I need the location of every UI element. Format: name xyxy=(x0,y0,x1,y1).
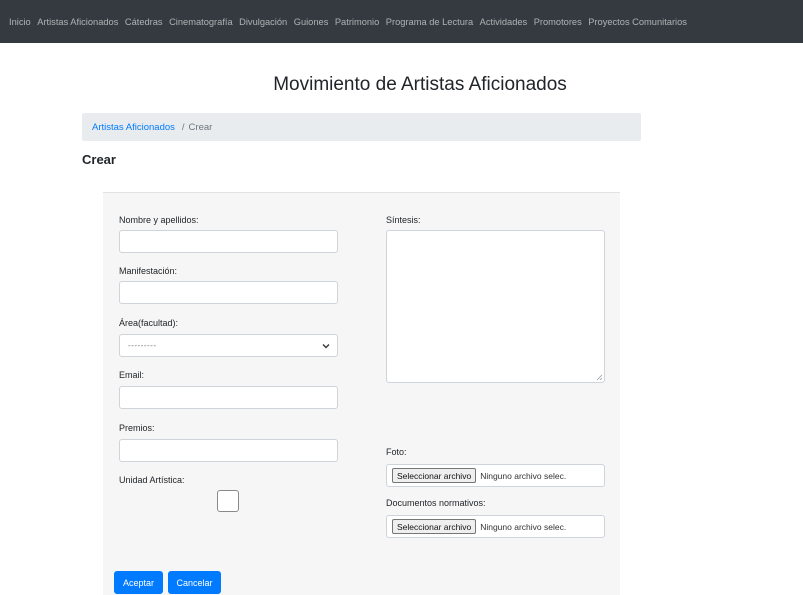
nav-item-programa-de-lectura[interactable]: Programa de Lectura xyxy=(386,17,473,27)
foto-label: Foto: xyxy=(386,447,407,457)
nav-item-cinematografia[interactable]: Cinematografía xyxy=(169,17,233,27)
sintesis-label: Síntesis: xyxy=(386,215,421,225)
breadcrumb: Artistas Aficionados / Crear xyxy=(82,113,641,141)
nav-item-patrimonio[interactable]: Patrimonio xyxy=(335,17,379,27)
nombre-label: Nombre y apellidos: xyxy=(119,215,199,225)
nav-item-artistas-aficionados[interactable]: Artistas Aficionados xyxy=(37,17,118,27)
documentos-file-input[interactable]: Seleccionar archivo Ninguno archivo sele… xyxy=(386,515,605,538)
nav-item-catedras[interactable]: Cátedras xyxy=(125,17,163,27)
nav-item-divulgacion[interactable]: Divulgación xyxy=(239,17,287,27)
top-navbar: Inicio Artistas Aficionados Cátedras Cin… xyxy=(0,0,803,43)
unidad-artistica-label: Unidad Artística: xyxy=(119,475,185,485)
area-selected-value: --------- xyxy=(128,341,157,350)
sintesis-textarea[interactable] xyxy=(386,230,605,383)
email-label: Email: xyxy=(119,370,145,380)
nav-item-guiones[interactable]: Guiones xyxy=(294,17,329,27)
nav-item-inicio[interactable]: Inicio xyxy=(9,17,31,27)
page-title: Movimiento de Artistas Aficionados xyxy=(273,74,567,95)
premios-input[interactable] xyxy=(119,439,338,462)
accept-button[interactable]: Aceptar xyxy=(114,571,163,594)
cancel-button[interactable]: Cancelar xyxy=(168,571,221,594)
breadcrumb-link-artistas[interactable]: Artistas Aficionados xyxy=(92,122,175,133)
documentos-select-file-button[interactable]: Seleccionar archivo xyxy=(392,519,477,534)
manifestacion-input[interactable] xyxy=(119,281,338,304)
manifestacion-label: Manifestación: xyxy=(119,266,178,276)
foto-file-status: Ninguno archivo selec. xyxy=(480,470,567,481)
email-input[interactable] xyxy=(119,386,338,409)
premios-label: Premios: xyxy=(119,423,155,433)
nav-item-actividades[interactable]: Actividades xyxy=(480,17,528,27)
nombre-input[interactable] xyxy=(119,230,338,253)
nav-item-proyectos-comunitarios[interactable]: Proyectos Comunitarios xyxy=(588,17,687,27)
section-title: Crear xyxy=(82,152,116,167)
breadcrumb-separator: / xyxy=(181,121,185,133)
breadcrumb-current: Crear xyxy=(188,121,213,133)
documentos-label: Documentos normativos: xyxy=(386,498,486,508)
nav-item-promotores[interactable]: Promotores xyxy=(534,17,582,27)
area-label: Área(facultad): xyxy=(119,318,179,328)
area-select[interactable]: --------- xyxy=(119,334,338,357)
unidad-artistica-checkbox[interactable] xyxy=(217,490,239,512)
chevron-down-icon xyxy=(322,343,330,348)
resize-grip-icon[interactable] xyxy=(595,373,603,381)
documentos-file-status: Ninguno archivo selec. xyxy=(480,521,567,532)
foto-file-input[interactable]: Seleccionar archivo Ninguno archivo sele… xyxy=(386,464,605,487)
create-form: Nombre y apellidos: Manifestación: Área(… xyxy=(103,192,620,595)
foto-select-file-button[interactable]: Seleccionar archivo xyxy=(392,468,477,483)
